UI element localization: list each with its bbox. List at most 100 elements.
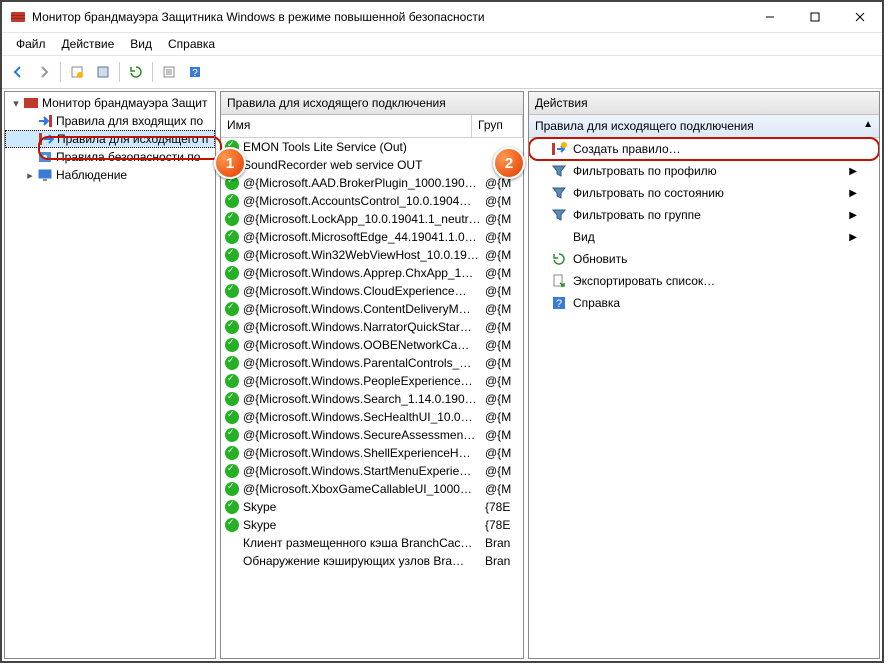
back-button[interactable] (6, 60, 30, 84)
action-filter-state[interactable]: Фильтровать по состоянию ▶ (529, 182, 879, 204)
rule-row[interactable]: Skype{78E (221, 516, 523, 534)
tree-inbound[interactable]: Правила для входящих по (5, 112, 215, 130)
refresh-icon (551, 251, 567, 267)
tree-root[interactable]: ▾ Монитор брандмауэра Защит (5, 94, 215, 112)
close-button[interactable] (837, 2, 882, 32)
rule-status-icon (225, 374, 239, 388)
app-icon (10, 9, 26, 25)
funnel-icon (551, 207, 567, 223)
action-help-label: Справка (573, 296, 620, 310)
action-help[interactable]: ? Справка (529, 292, 879, 314)
toolbar-separator (60, 62, 61, 82)
action-create-rule[interactable]: Создать правило… (529, 138, 879, 160)
rule-row[interactable]: EMON Tools Lite Service (Out) (221, 138, 523, 156)
new-button[interactable] (65, 60, 89, 84)
rule-row[interactable]: SoundRecorder web service OUT (221, 156, 523, 174)
funnel-icon (551, 185, 567, 201)
maximize-button[interactable] (792, 2, 837, 32)
rule-row[interactable]: @{Microsoft.Windows.StartMenuExperie…@{M (221, 462, 523, 480)
inbound-icon (37, 113, 53, 129)
refresh-button[interactable] (124, 60, 148, 84)
rule-name: @{Microsoft.MicrosoftEdge_44.19041.1.0… (243, 230, 485, 244)
tree-outbound-label: Правила для исходящего п (57, 132, 208, 146)
action-view[interactable]: Вид ▶ (529, 226, 879, 248)
rule-row[interactable]: @{Microsoft.LockApp_10.0.19041.1_neutr…@… (221, 210, 523, 228)
action-filter-group-label: Фильтровать по группе (573, 208, 701, 222)
menu-file[interactable]: Файл (8, 35, 54, 53)
rule-row[interactable]: @{Microsoft.Windows.OOBENetworkCa…@{M (221, 336, 523, 354)
rule-name: @{Microsoft.Windows.NarratorQuickStar… (243, 320, 485, 334)
rule-status-icon (225, 338, 239, 352)
list-button[interactable] (157, 60, 181, 84)
rule-row[interactable]: @{Microsoft.Windows.ContentDeliveryM…@{M (221, 300, 523, 318)
window-title: Монитор брандмауэра Защитника Windows в … (32, 10, 747, 24)
rule-group: {78E (485, 500, 523, 514)
help-button[interactable]: ? (183, 60, 207, 84)
monitor-icon (37, 167, 53, 183)
rule-group: @{M (485, 392, 523, 406)
rule-row[interactable]: @{Microsoft.XboxGameCallableUI_1000…@{M (221, 480, 523, 498)
rules-body[interactable]: EMON Tools Lite Service (Out)SoundRecord… (221, 138, 523, 658)
rule-row[interactable]: @{Microsoft.Windows.SecHealthUI_10.0…@{M (221, 408, 523, 426)
action-export[interactable]: Экспортировать список… (529, 270, 879, 292)
svg-text:?: ? (556, 298, 562, 310)
rule-group: @{M (485, 284, 523, 298)
blank-icon (551, 229, 567, 245)
rule-row[interactable]: @{Microsoft.Windows.PeopleExperience…@{M (221, 372, 523, 390)
rule-row[interactable]: @{Microsoft.MicrosoftEdge_44.19041.1.0…@… (221, 228, 523, 246)
actions-header: Действия (529, 92, 879, 115)
rule-row[interactable]: @{Microsoft.Windows.SecureAssessmen…@{M (221, 426, 523, 444)
col-group[interactable]: Груп (472, 115, 523, 137)
rule-row[interactable]: @{Microsoft.Windows.Apprep.ChxApp_1…@{M (221, 264, 523, 282)
rule-row[interactable]: @{Microsoft.Windows.ShellExperienceH…@{M (221, 444, 523, 462)
actions-section[interactable]: Правила для исходящего подключения ▲ (529, 115, 879, 138)
action-refresh[interactable]: Обновить (529, 248, 879, 270)
tree-security[interactable]: Правила безопасности по (5, 148, 215, 166)
rule-status-icon (225, 320, 239, 334)
actions-body: Правила для исходящего подключения ▲ Соз… (529, 115, 879, 658)
rule-name: Обнаружение кэширующих узлов Bra… (243, 554, 485, 568)
toolbar-separator (119, 62, 120, 82)
rule-status-icon (225, 356, 239, 370)
rule-row[interactable]: Обнаружение кэширующих узлов Bra…Bran (221, 552, 523, 570)
rule-row[interactable]: @{Microsoft.Windows.ParentalControls_…@{… (221, 354, 523, 372)
rule-status-icon (225, 428, 239, 442)
forward-button[interactable] (32, 60, 56, 84)
props-button[interactable] (91, 60, 115, 84)
action-create-label: Создать правило… (573, 142, 681, 156)
rule-row[interactable]: Клиент размещенного кэша BranchCac…Bran (221, 534, 523, 552)
rule-row[interactable]: @{Microsoft.Windows.NarratorQuickStar…@{… (221, 318, 523, 336)
rule-row[interactable]: @{Microsoft.AccountsControl_10.0.1904…@{… (221, 192, 523, 210)
tree-watch[interactable]: ▸ Наблюдение (5, 166, 215, 184)
callout-1: 1 (214, 147, 246, 179)
menubar: Файл Действие Вид Справка (2, 33, 882, 56)
toolbar: ? (2, 56, 882, 89)
action-filter-profile[interactable]: Фильтровать по профилю ▶ (529, 160, 879, 182)
rule-row[interactable]: @{Microsoft.Windows.Search_1.14.0.190…@{… (221, 390, 523, 408)
rule-group: @{M (485, 410, 523, 424)
menu-help[interactable]: Справка (160, 35, 223, 53)
rule-status-icon (225, 500, 239, 514)
outbound-icon (38, 131, 54, 147)
rule-group: @{M (485, 338, 523, 352)
rule-name: Skype (243, 518, 485, 532)
body: ▾ Монитор брандмауэра Защит Правила для … (2, 89, 882, 661)
menu-action[interactable]: Действие (54, 35, 123, 53)
col-name[interactable]: Имя (221, 115, 472, 137)
rule-row[interactable]: @{Microsoft.Windows.CloudExperience…@{M (221, 282, 523, 300)
titlebar: Монитор брандмауэра Защитника Windows в … (2, 2, 882, 33)
rule-row[interactable]: @{Microsoft.AAD.BrokerPlugin_1000.190…@{… (221, 174, 523, 192)
rule-row[interactable]: Skype{78E (221, 498, 523, 516)
action-filter-group[interactable]: Фильтровать по группе ▶ (529, 204, 879, 226)
rule-group: @{M (485, 482, 523, 496)
rule-row[interactable]: @{Microsoft.Win32WebViewHost_10.0.19…@{M (221, 246, 523, 264)
tree-outbound[interactable]: Правила для исходящего п (5, 130, 215, 148)
rule-status-icon (225, 230, 239, 244)
main-window: Монитор брандмауэра Защитника Windows в … (0, 0, 884, 663)
action-view-label: Вид (573, 230, 595, 244)
minimize-button[interactable] (747, 2, 792, 32)
chevron-right-icon: ▶ (849, 210, 857, 221)
rule-name: @{Microsoft.Windows.OOBENetworkCa… (243, 338, 485, 352)
rule-group: Bran (485, 536, 523, 550)
menu-view[interactable]: Вид (122, 35, 160, 53)
